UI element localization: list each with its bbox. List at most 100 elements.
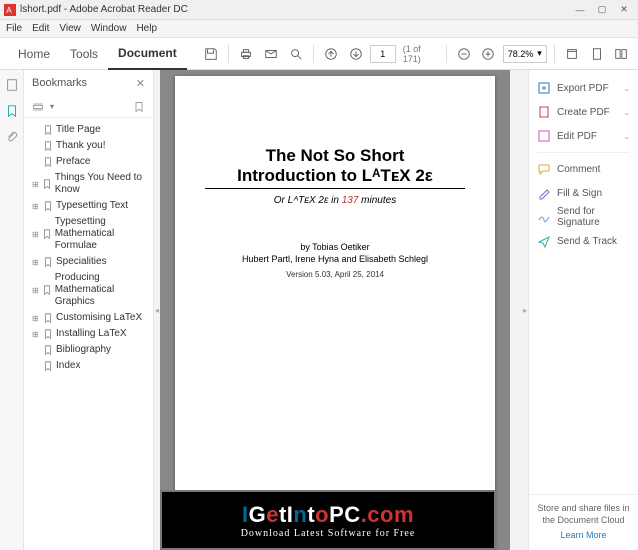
learn-more-link[interactable]: Learn More — [537, 530, 630, 542]
bookmark-item[interactable]: Thank you! — [26, 138, 151, 154]
expand-icon[interactable]: ⊞ — [32, 258, 40, 267]
tools-pane: Export PDF⌄ Create PDF⌄ Edit PDF⌄ Commen… — [528, 70, 638, 550]
menu-edit[interactable]: Edit — [32, 23, 49, 34]
tab-tools[interactable]: Tools — [60, 38, 108, 70]
window-title: lshort.pdf - Adobe Acrobat Reader DC — [20, 4, 570, 15]
fill-sign[interactable]: Fill & Sign — [529, 181, 638, 205]
tabbar: Home Tools Document (1 of 171) 78.2%▾ Si… — [0, 38, 638, 70]
chevron-down-icon: ⌄ — [623, 108, 630, 117]
expand-icon[interactable]: ⊞ — [32, 286, 39, 295]
app-icon: A — [4, 4, 16, 16]
send-icon — [537, 234, 551, 248]
edit-icon — [537, 129, 551, 143]
bookmark-icon — [42, 179, 52, 189]
bookmark-label: Things You Need to Know — [55, 172, 151, 196]
bookmark-icon — [43, 157, 53, 167]
tab-document[interactable]: Document — [108, 38, 187, 70]
menu-help[interactable]: Help — [136, 23, 157, 34]
bookmark-item[interactable]: ⊞ Things You Need to Know — [26, 170, 151, 198]
edit-pdf[interactable]: Edit PDF⌄ — [529, 124, 638, 148]
page-number-input[interactable] — [370, 45, 396, 63]
bookmark-item[interactable]: Index — [26, 358, 151, 374]
export-icon — [537, 81, 551, 95]
bookmark-item[interactable]: Bibliography — [26, 342, 151, 358]
bookmarks-title: Bookmarks — [32, 77, 87, 89]
bookmark-icon — [43, 125, 53, 135]
watermark-banner: IGetIntoPC.com Download Latest Software … — [160, 490, 496, 550]
bookmark-label: Installing LaTeX — [56, 328, 127, 340]
svg-text:A: A — [6, 6, 12, 15]
expand-icon[interactable]: ⊞ — [32, 314, 40, 323]
menu-file[interactable]: File — [6, 23, 22, 34]
bookmark-icon — [43, 361, 53, 371]
prev-page-icon[interactable] — [321, 43, 342, 65]
menu-window[interactable]: Window — [91, 23, 127, 34]
doc-title-2: Introduction to LᴬTᴇX 2ε — [205, 166, 465, 186]
bookmark-label: Producing Mathematical Graphics — [55, 272, 151, 308]
doc-authors: Hubert Partl, Irene Hyna and Elisabeth S… — [205, 254, 465, 264]
save-icon[interactable] — [201, 43, 222, 65]
menu-view[interactable]: View — [59, 23, 81, 34]
bookmarks-panel: Bookmarks ✕ ▾ Title Page Thank you! Prefac… — [24, 70, 154, 550]
doc-subtitle: Or LᴬTᴇX 2ε in 137 minutes — [205, 195, 465, 206]
bookmark-item[interactable]: ⊞ Installing LaTeX — [26, 326, 151, 342]
maximize-button[interactable]: ▢ — [592, 3, 612, 17]
bookmarks-list: Title Page Thank you! Preface ⊞ Things You N… — [24, 118, 153, 550]
send-signature[interactable]: Send for Signature — [529, 205, 638, 229]
create-pdf[interactable]: Create PDF⌄ — [529, 100, 638, 124]
export-pdf[interactable]: Export PDF⌄ — [529, 76, 638, 100]
send-track[interactable]: Send & Track — [529, 229, 638, 253]
doc-version: Version 5.03, April 25, 2014 — [205, 270, 465, 279]
print-icon[interactable] — [236, 43, 257, 65]
bookmark-icon — [43, 141, 53, 151]
next-page-icon[interactable] — [345, 43, 366, 65]
nav-rail — [0, 70, 24, 550]
bookmark-icon — [43, 329, 53, 339]
search-icon[interactable] — [285, 43, 306, 65]
options-icon[interactable] — [32, 101, 44, 113]
bookmark-item[interactable]: ⊞ Specialities — [26, 254, 151, 270]
bookmark-label: Bibliography — [56, 344, 111, 356]
doc-title-1: The Not So Short — [205, 146, 465, 166]
bookmark-icon — [42, 229, 52, 239]
zoom-out-icon[interactable] — [454, 43, 475, 65]
close-panel-icon[interactable]: ✕ — [136, 77, 145, 90]
expand-icon[interactable]: ⊞ — [32, 230, 39, 239]
thumbnails-icon[interactable] — [5, 78, 19, 92]
close-button[interactable]: ✕ — [614, 3, 634, 17]
toolbar: (1 of 171) 78.2%▾ — [201, 43, 638, 65]
fit-width-icon[interactable] — [562, 43, 583, 65]
expand-icon[interactable]: ⊞ — [32, 202, 40, 211]
pdf-page: The Not So Short Introduction to LᴬTᴇX 2… — [175, 76, 495, 550]
bookmark-label: Thank you! — [56, 140, 105, 152]
bookmarks-toolbar: ▾ — [24, 96, 153, 118]
bookmark-icon — [43, 313, 53, 323]
bookmark-item[interactable]: ⊞Customising LaTeX — [26, 310, 151, 326]
new-bookmark-icon[interactable] — [133, 101, 145, 113]
comment[interactable]: Comment — [529, 157, 638, 181]
attachment-icon[interactable] — [5, 130, 19, 144]
bookmark-item[interactable]: Title Page — [26, 122, 151, 138]
expand-icon[interactable]: ⊞ — [32, 330, 40, 339]
vertical-scrollbar[interactable] — [510, 70, 522, 550]
bookmark-label: Specialities — [56, 256, 107, 268]
zoom-in-icon[interactable] — [478, 43, 499, 65]
bookmark-rail-icon[interactable] — [5, 104, 19, 118]
bookmark-icon — [42, 285, 52, 295]
fit-page-icon[interactable] — [586, 43, 607, 65]
bookmark-item[interactable]: ⊞ Producing Mathematical Graphics — [26, 270, 151, 310]
email-icon[interactable] — [261, 43, 282, 65]
banner-logo: IGetIntoPC.com — [242, 502, 414, 528]
bookmark-item[interactable]: ⊞Typesetting Text — [26, 198, 151, 214]
expand-icon[interactable]: ⊞ — [32, 180, 39, 189]
view-mode-icon[interactable] — [611, 43, 632, 65]
pen-icon — [537, 186, 551, 200]
bookmark-item[interactable]: Preface — [26, 154, 151, 170]
tab-home[interactable]: Home — [8, 38, 60, 70]
minimize-button[interactable]: — — [570, 3, 590, 17]
bookmark-item[interactable]: ⊞Typesetting Mathematical Formulae — [26, 214, 151, 254]
page-count: (1 of 171) — [403, 44, 439, 64]
zoom-select[interactable]: 78.2%▾ — [503, 45, 547, 63]
bookmark-label: Preface — [56, 156, 90, 168]
document-view[interactable]: The Not So Short Introduction to LᴬTᴇX 2… — [160, 70, 510, 550]
